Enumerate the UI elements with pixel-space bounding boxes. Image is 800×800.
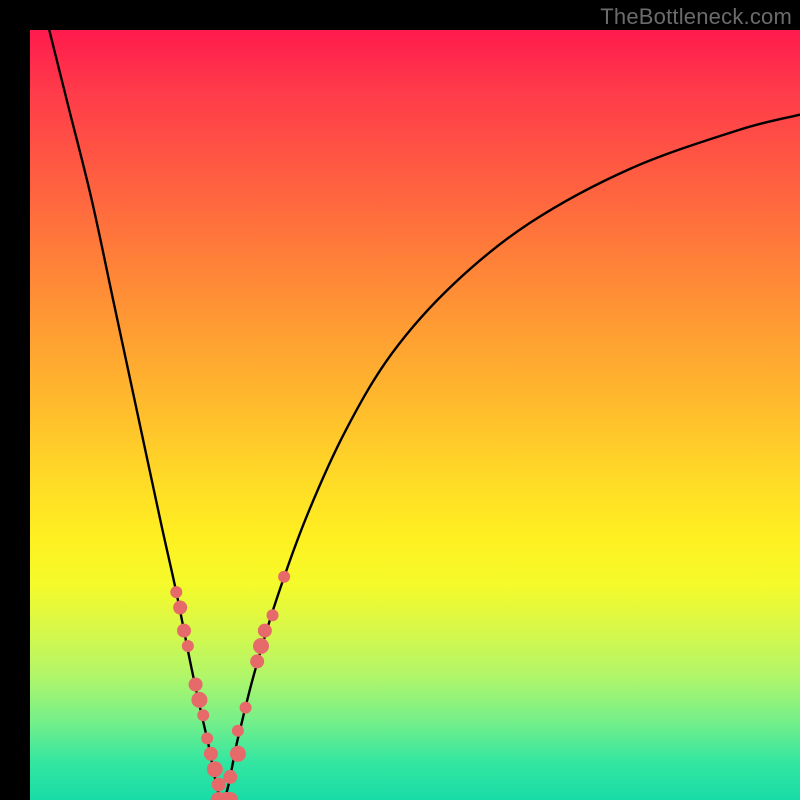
chart-svg: [30, 30, 800, 800]
data-marker: [177, 624, 191, 638]
data-marker: [189, 678, 203, 692]
data-marker: [278, 571, 290, 583]
chart-frame: TheBottleneck.com: [0, 0, 800, 800]
data-markers: [170, 571, 290, 800]
data-marker: [204, 747, 218, 761]
data-marker: [230, 746, 246, 762]
data-marker: [232, 725, 244, 737]
watermark-text: TheBottleneck.com: [600, 4, 792, 30]
data-marker: [212, 778, 226, 792]
data-marker: [267, 609, 279, 621]
data-marker: [240, 702, 252, 714]
data-marker: [170, 586, 182, 598]
data-marker: [191, 692, 207, 708]
data-marker: [223, 770, 237, 784]
data-marker: [182, 640, 194, 652]
data-marker: [250, 654, 264, 668]
plot-area: [30, 30, 800, 800]
data-marker: [201, 732, 213, 744]
data-marker: [258, 624, 272, 638]
bottleneck-curve: [49, 30, 800, 800]
data-marker: [197, 709, 209, 721]
data-marker: [207, 761, 223, 777]
data-marker: [173, 601, 187, 615]
data-marker: [253, 638, 269, 654]
